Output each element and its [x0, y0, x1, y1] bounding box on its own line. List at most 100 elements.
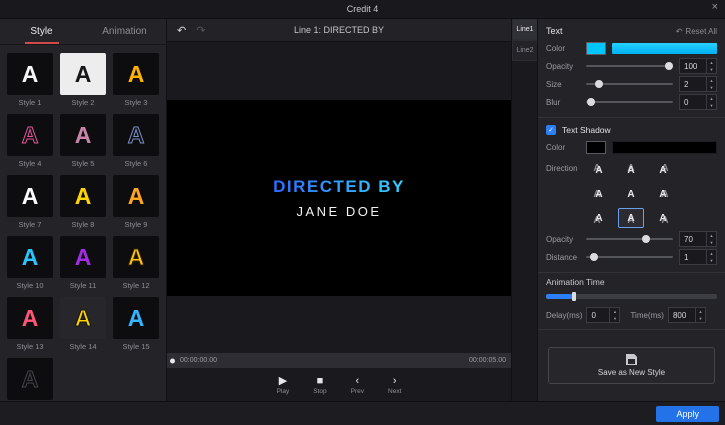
- opacity-input[interactable]: 100 ▲▼: [679, 58, 717, 74]
- distance-value[interactable]: 1: [680, 250, 706, 264]
- spinner-down-icon[interactable]: ▼: [707, 66, 716, 73]
- timeline[interactable]: 00:00:00.00 00:00:05.00: [167, 353, 511, 368]
- redo-icon[interactable]: ↷: [196, 24, 205, 37]
- tab-line2[interactable]: Line2: [512, 40, 537, 61]
- style-tile-13[interactable]: A Style 13: [7, 297, 53, 351]
- spinner-down-icon[interactable]: ▼: [707, 84, 716, 91]
- style-tile-6[interactable]: A Style 6: [113, 114, 159, 168]
- direction-up-left[interactable]: A: [586, 160, 612, 180]
- shadow-color-swatch[interactable]: [586, 141, 606, 154]
- spinner-down-icon[interactable]: ▼: [707, 102, 716, 109]
- reset-all-button[interactable]: ↶ Reset All: [676, 27, 717, 36]
- opacity-slider[interactable]: [586, 60, 673, 72]
- style-tile-3[interactable]: A Style 3: [113, 53, 159, 107]
- apply-button[interactable]: Apply: [656, 406, 719, 422]
- style-tile-9[interactable]: A Style 9: [113, 175, 159, 229]
- prev-button[interactable]: ‹ Prev: [351, 375, 364, 395]
- style-tile-11[interactable]: A Style 11: [60, 236, 106, 290]
- spinner-down-icon[interactable]: ▼: [707, 239, 716, 246]
- style-tile-10[interactable]: A Style 10: [7, 236, 53, 290]
- style-thumb: A: [60, 297, 106, 339]
- delay-value[interactable]: 0: [587, 308, 609, 322]
- spinner-up-icon[interactable]: ▲: [696, 308, 705, 315]
- distance-input[interactable]: 1 ▲▼: [679, 249, 717, 265]
- animation-time-slider[interactable]: [546, 294, 717, 299]
- style-tile-15[interactable]: A Style 15: [113, 297, 159, 351]
- text-section-title: Text: [546, 26, 563, 36]
- blur-value[interactable]: 0: [680, 95, 706, 109]
- animation-time-handle[interactable]: [572, 292, 576, 301]
- preview-text-line1[interactable]: DIRECTED BY: [273, 177, 405, 197]
- style-tile-1[interactable]: A Style 1: [7, 53, 53, 107]
- style-tile-16[interactable]: A: [7, 358, 53, 401]
- style-tile-2[interactable]: A Style 2: [60, 53, 106, 107]
- save-as-new-style-button[interactable]: Save as New Style: [548, 347, 715, 384]
- style-thumb: A: [113, 114, 159, 156]
- video-canvas[interactable]: DIRECTED BY JANE DOE: [167, 100, 511, 296]
- direction-up[interactable]: A: [618, 160, 644, 180]
- color-label: Color: [546, 44, 580, 53]
- size-input[interactable]: 2 ▲▼: [679, 76, 717, 92]
- style-tile-4[interactable]: A Style 4: [7, 114, 53, 168]
- spinner-up-icon[interactable]: ▲: [707, 250, 716, 257]
- spinner-up-icon[interactable]: ▲: [707, 232, 716, 239]
- spinner-up-icon[interactable]: ▲: [707, 59, 716, 66]
- direction-down-selected[interactable]: A: [618, 208, 644, 228]
- style-label: Style 4: [7, 159, 53, 168]
- close-icon[interactable]: ×: [712, 1, 718, 13]
- spinner-down-icon[interactable]: ▼: [610, 315, 619, 322]
- next-button[interactable]: › Next: [388, 375, 401, 395]
- undo-icon[interactable]: ↶: [177, 24, 186, 37]
- style-tile-12[interactable]: A Style 12: [113, 236, 159, 290]
- tab-style[interactable]: Style: [0, 19, 83, 44]
- size-slider[interactable]: [586, 78, 673, 90]
- window-title: Credit 4: [347, 4, 379, 14]
- blur-slider[interactable]: [586, 96, 673, 108]
- play-button[interactable]: ▶ Play: [277, 375, 290, 395]
- direction-right[interactable]: A: [650, 184, 676, 204]
- style-tile-5[interactable]: A Style 5: [60, 114, 106, 168]
- stop-button[interactable]: ■ Stop: [313, 375, 326, 395]
- shadow-opacity-input[interactable]: 70 ▲▼: [679, 231, 717, 247]
- style-letter: A: [75, 124, 92, 147]
- style-thumb: A: [60, 114, 106, 156]
- text-color-bar[interactable]: [612, 43, 717, 54]
- spinner-down-icon[interactable]: ▼: [696, 315, 705, 322]
- playhead-dot[interactable]: [170, 358, 175, 363]
- direction-center[interactable]: A: [618, 184, 644, 204]
- line-tabs: Line1 Line2: [511, 19, 537, 401]
- blur-input[interactable]: 0 ▲▼: [679, 94, 717, 110]
- spinner-up-icon[interactable]: ▲: [707, 95, 716, 102]
- style-label: Style 12: [113, 281, 159, 290]
- style-label: Style 10: [7, 281, 53, 290]
- text-color-swatch[interactable]: [586, 42, 606, 55]
- spinner-down-icon[interactable]: ▼: [707, 257, 716, 264]
- time-value[interactable]: 800: [669, 308, 695, 322]
- style-tile-7[interactable]: A Style 7: [7, 175, 53, 229]
- video-preview: DIRECTED BY JANE DOE: [167, 42, 511, 353]
- spinner-up-icon[interactable]: ▲: [610, 308, 619, 315]
- direction-up-right[interactable]: A: [650, 160, 676, 180]
- distance-slider[interactable]: [586, 251, 673, 263]
- style-letter: A: [128, 246, 145, 269]
- opacity-value[interactable]: 100: [680, 59, 706, 73]
- direction-down-right[interactable]: A: [650, 208, 676, 228]
- style-tile-8[interactable]: A Style 8: [60, 175, 106, 229]
- style-tile-14[interactable]: A Style 14: [60, 297, 106, 351]
- tab-animation[interactable]: Animation: [83, 19, 166, 44]
- preview-text-line2[interactable]: JANE DOE: [296, 204, 381, 219]
- shadow-direction-grid: A A A A A A A A A: [586, 160, 676, 228]
- style-thumb: A: [7, 114, 53, 156]
- size-value[interactable]: 2: [680, 77, 706, 91]
- tab-line1[interactable]: Line1: [512, 19, 537, 40]
- direction-down-left[interactable]: A: [586, 208, 612, 228]
- shadow-opacity-value[interactable]: 70: [680, 232, 706, 246]
- spinner-up-icon[interactable]: ▲: [707, 77, 716, 84]
- direction-left[interactable]: A: [586, 184, 612, 204]
- time-input[interactable]: 800 ▲▼: [668, 307, 706, 323]
- shadow-opacity-slider[interactable]: [586, 233, 673, 245]
- delay-input[interactable]: 0 ▲▼: [586, 307, 620, 323]
- text-shadow-checkbox[interactable]: ✓: [546, 125, 556, 135]
- shadow-color-bar[interactable]: [612, 141, 717, 154]
- style-letter: A: [22, 63, 39, 86]
